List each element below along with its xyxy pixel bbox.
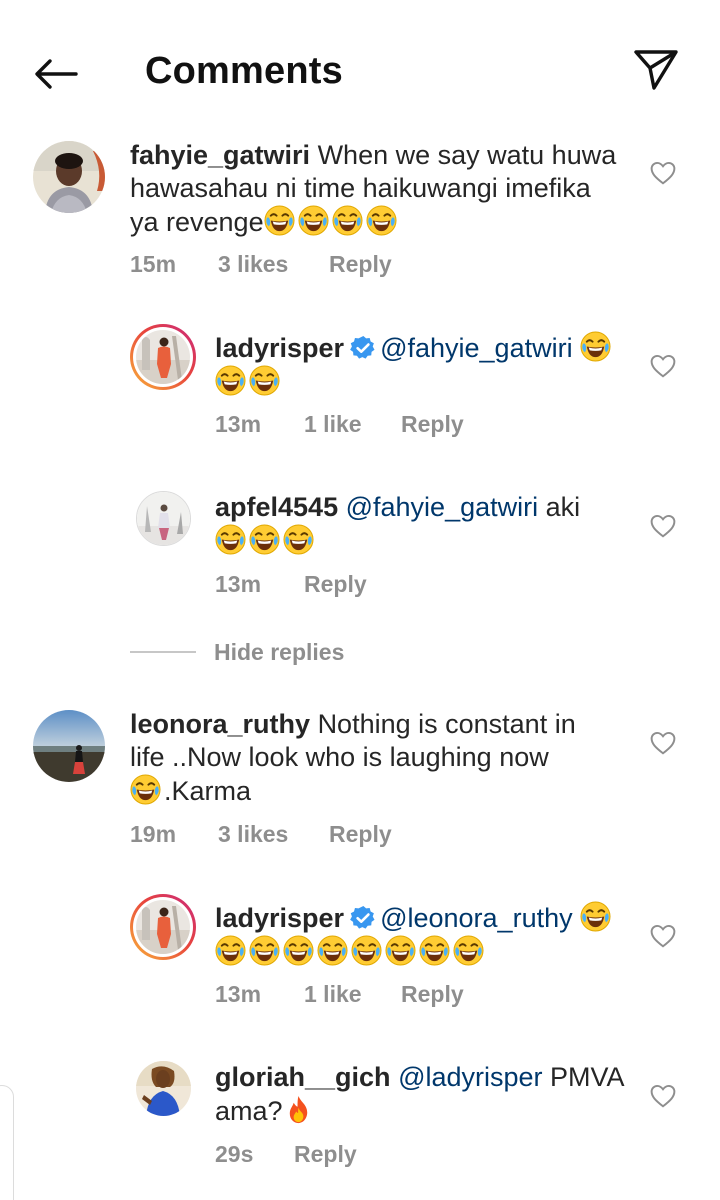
comment-text: gloriah__gich @ladyrisper PMVA ama? xyxy=(215,1061,635,1128)
laughing-emoji-icon xyxy=(264,205,295,236)
laughing-emoji-icon xyxy=(298,205,329,236)
hide-replies-label: Hide replies xyxy=(214,638,345,665)
comment-body: life ..Now look who is laughing now xyxy=(130,742,549,772)
reply-button[interactable]: Reply xyxy=(401,411,464,438)
avatar[interactable] xyxy=(136,491,191,546)
comment-text: ladyrisper @fahyie_gatwiri xyxy=(215,331,635,399)
comment-username[interactable]: apfel4545 xyxy=(215,492,338,522)
arrow-left-icon xyxy=(35,59,78,89)
header-bar: Comments xyxy=(0,0,720,140)
comment-body: ya revenge xyxy=(130,207,264,237)
comment-username[interactable]: fahyie_gatwiri xyxy=(130,140,310,170)
reply-button[interactable]: Reply xyxy=(294,1141,357,1168)
comment-username[interactable]: gloriah__gich xyxy=(215,1062,391,1092)
divider xyxy=(130,651,196,653)
laughing-emoji-icon xyxy=(249,524,280,555)
comment-text: fahyie_gatwiri When we say watu huwa haw… xyxy=(130,139,630,239)
verified-badge-icon xyxy=(350,335,376,361)
comment-time: 13m xyxy=(215,411,262,437)
overlay-edge xyxy=(0,1085,14,1200)
comment-likes[interactable]: 1 like xyxy=(304,411,401,438)
comment-meta: 13m Reply xyxy=(215,571,367,598)
hide-replies-button[interactable]: Hide replies xyxy=(130,637,344,667)
mention-link[interactable]: @fahyie_gatwiri xyxy=(380,333,573,363)
back-button[interactable] xyxy=(30,52,82,96)
avatar[interactable] xyxy=(130,324,196,390)
laughing-emoji-icon xyxy=(249,365,280,396)
comment-body: Nothing is constant in xyxy=(317,709,576,739)
mention-link[interactable]: @ladyrisper xyxy=(398,1062,542,1092)
like-button[interactable] xyxy=(650,1084,678,1110)
comment-body: PMVA xyxy=(550,1062,625,1092)
laughing-emoji-icon xyxy=(453,935,484,966)
comment-time: 15m xyxy=(130,251,177,277)
page-title: Comments xyxy=(145,50,343,92)
verified-badge-icon xyxy=(350,905,376,931)
laughing-emoji-icon xyxy=(283,524,314,555)
laughing-emoji-icon xyxy=(332,205,363,236)
reply-button[interactable]: Reply xyxy=(401,981,464,1008)
mention-link[interactable]: @leonora_ruthy xyxy=(380,903,573,933)
comment-meta: 19m 3 likes Reply xyxy=(130,821,392,848)
comment-username[interactable]: ladyrisper xyxy=(215,903,344,933)
laughing-emoji-icon xyxy=(283,935,314,966)
like-button[interactable] xyxy=(650,354,678,380)
laughing-emoji-icon xyxy=(366,205,397,236)
laughing-emoji-icon xyxy=(249,935,280,966)
comment-meta: 15m 3 likes Reply xyxy=(130,251,392,278)
comment-meta: 13m 1 like Reply xyxy=(215,981,464,1008)
heart-outline-icon xyxy=(650,354,676,378)
comment-meta: 29s Reply xyxy=(215,1141,357,1168)
comment-time: 13m xyxy=(215,571,262,597)
comment-text: apfel4545 @fahyie_gatwiri aki xyxy=(215,491,635,558)
avatar[interactable] xyxy=(33,141,105,213)
avatar[interactable] xyxy=(130,894,196,960)
comment-time: 29s xyxy=(215,1141,254,1167)
comment-body: aki xyxy=(545,492,581,522)
heart-outline-icon xyxy=(650,161,676,185)
comment-likes[interactable]: 3 likes xyxy=(218,821,329,848)
laughing-emoji-icon xyxy=(215,365,246,396)
like-button[interactable] xyxy=(650,161,678,187)
reply-button[interactable]: Reply xyxy=(329,821,392,848)
like-button[interactable] xyxy=(650,924,678,950)
mention-link[interactable]: @fahyie_gatwiri xyxy=(346,492,539,522)
laughing-emoji-icon xyxy=(419,935,450,966)
comment-body: When we say watu huwa xyxy=(317,140,617,170)
laughing-emoji-icon xyxy=(215,524,246,555)
comment-body: ama? xyxy=(215,1096,283,1126)
avatar[interactable] xyxy=(136,1061,191,1116)
comment-body: .Karma xyxy=(164,776,252,806)
comment-username[interactable]: leonora_ruthy xyxy=(130,709,310,739)
reply-button[interactable]: Reply xyxy=(304,571,367,598)
comment-time: 13m xyxy=(215,981,262,1007)
comment-meta: 13m 1 like Reply xyxy=(215,411,464,438)
laughing-emoji-icon xyxy=(317,935,348,966)
laughing-emoji-icon xyxy=(215,935,246,966)
reply-button[interactable]: Reply xyxy=(329,251,392,278)
comment-body: hawasahau ni time haikuwangi imefika xyxy=(130,173,591,203)
comment-likes[interactable]: 3 likes xyxy=(218,251,329,278)
laughing-emoji-icon xyxy=(351,935,382,966)
comment-text: leonora_ruthy Nothing is constant in lif… xyxy=(130,708,630,808)
comment-username[interactable]: ladyrisper xyxy=(215,333,344,363)
heart-outline-icon xyxy=(650,924,676,948)
laughing-emoji-icon xyxy=(580,901,611,932)
comment-likes[interactable]: 1 like xyxy=(304,981,401,1008)
share-button[interactable] xyxy=(632,48,680,92)
heart-outline-icon xyxy=(650,514,676,538)
laughing-emoji-icon xyxy=(580,331,611,362)
heart-outline-icon xyxy=(650,731,676,755)
heart-outline-icon xyxy=(650,1084,676,1108)
like-button[interactable] xyxy=(650,514,678,540)
comment-text: ladyrisper @leonora_ruthy xyxy=(215,901,635,969)
laughing-emoji-icon xyxy=(385,935,416,966)
fire-icon xyxy=(283,1094,314,1125)
avatar[interactable] xyxy=(33,710,105,782)
laughing-emoji-icon xyxy=(130,774,161,805)
comment-time: 19m xyxy=(130,821,177,847)
like-button[interactable] xyxy=(650,731,678,757)
paper-plane-icon xyxy=(634,50,678,90)
